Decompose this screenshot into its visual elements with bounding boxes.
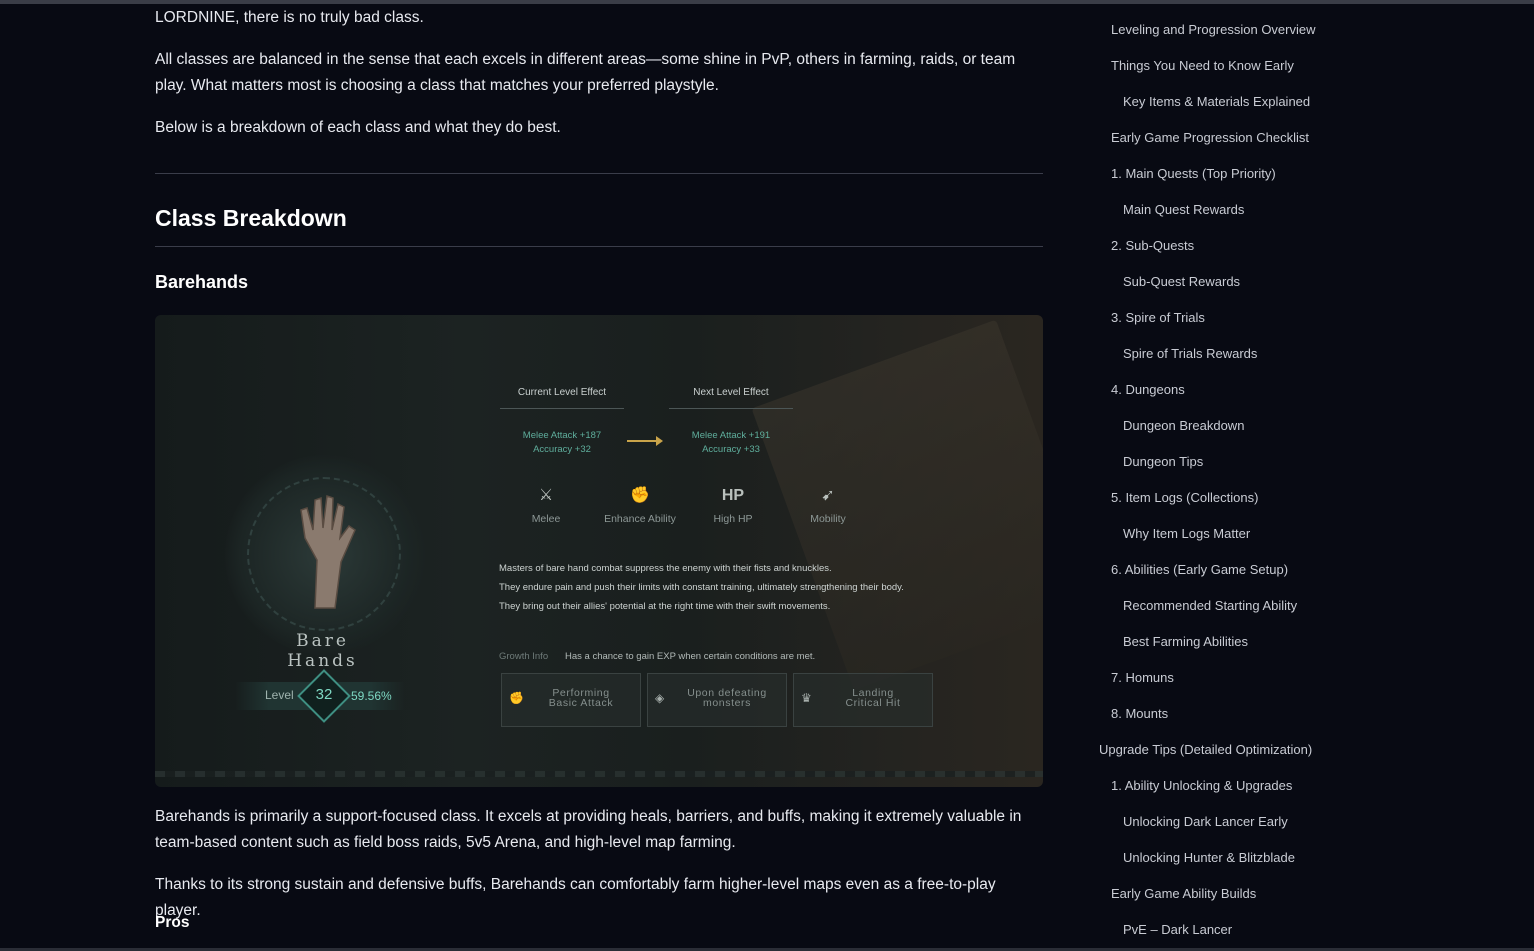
toc-link[interactable]: 2. Sub-Quests: [1111, 238, 1194, 253]
level-value: 32: [315, 686, 333, 703]
toc-link[interactable]: Sub-Quest Rewards: [1123, 274, 1240, 289]
boot-icon: ➹: [821, 487, 835, 504]
toc-link[interactable]: Early Game Ability Builds: [1111, 886, 1256, 901]
toc-link[interactable]: 8. Mounts: [1111, 706, 1168, 721]
toc-link[interactable]: Main Quest Rewards: [1123, 202, 1244, 217]
toc-link[interactable]: Spire of Trials Rewards: [1123, 346, 1257, 361]
growth-condition-critical-hit: ♛ Landing Critical Hit: [793, 673, 933, 727]
toc-link[interactable]: 4. Dungeons: [1111, 382, 1185, 397]
current-level-underline: [500, 408, 624, 409]
pros-heading: Pros: [155, 914, 190, 931]
growth-info-text: Has a chance to gain EXP when certain co…: [565, 651, 816, 662]
toc-link[interactable]: 1. Ability Unlocking & Upgrades: [1111, 778, 1292, 793]
trophy-icon: ♛: [801, 691, 812, 705]
toc-link[interactable]: Things You Need to Know Early: [1111, 58, 1294, 73]
stat-mobility: ➹ Mobility: [783, 485, 873, 525]
target-icon: ◈: [655, 691, 665, 705]
hand-icon: [300, 494, 356, 609]
paragraph-breakdown: Below is a breakdown of each class and w…: [155, 119, 561, 136]
paragraph-sustain: Thanks to its strong sustain and defensi…: [155, 876, 996, 919]
next-effect-line: Accuracy +33: [702, 444, 760, 455]
toc-link[interactable]: 7. Homuns: [1111, 670, 1174, 685]
growth-condition-text: Performing Basic Attack: [526, 688, 636, 709]
heading-barehands: Barehands: [155, 272, 249, 292]
ornament-border: [155, 771, 1043, 777]
flexed-arm-icon: ✊: [630, 487, 650, 504]
stat-label: High HP: [713, 513, 753, 525]
stat-label: Melee: [531, 513, 561, 525]
level-percent: 59.56%: [351, 689, 392, 703]
level-label: Level: [265, 688, 294, 702]
stat-melee: ⚔ Melee: [501, 485, 591, 525]
growth-condition-text: Upon defeating monsters: [672, 688, 782, 709]
toc-link[interactable]: 5. Item Logs (Collections): [1111, 490, 1258, 505]
toc-link[interactable]: Unlocking Hunter & Blitzblade: [1123, 850, 1295, 865]
toc-link[interactable]: Best Farming Abilities: [1123, 634, 1248, 649]
stat-enhance-ability: ✊ Enhance Ability: [595, 485, 685, 525]
toc-link[interactable]: Unlocking Dark Lancer Early: [1123, 814, 1288, 829]
toc-link[interactable]: Early Game Progression Checklist: [1111, 130, 1309, 145]
paragraph-intro-tail: LORDNINE, there is no truly bad class.: [155, 9, 424, 26]
next-level-effect: Melee Attack +191 Accuracy +33: [669, 429, 793, 457]
current-level-title: Current Level Effect: [517, 387, 607, 398]
growth-condition-text: Landing Critical Hit: [818, 688, 928, 709]
description-line: Masters of bare hand combat suppress the…: [499, 563, 832, 574]
stat-label: Mobility: [810, 513, 846, 525]
next-level-title: Next Level Effect: [693, 387, 769, 398]
barehands-class-image: Bare Hands Level 32 59.56% Current Level…: [155, 315, 1043, 787]
fist-icon: ✊: [509, 691, 524, 705]
growth-condition-line: monsters: [703, 697, 751, 709]
paragraph-balanced: All classes are balanced in the sense th…: [155, 51, 1016, 94]
window-top-border: [0, 0, 1534, 4]
toc-link[interactable]: 3. Spire of Trials: [1111, 310, 1205, 325]
growth-condition-defeat-monsters: ◈ Upon defeating monsters: [647, 673, 787, 727]
toc-link[interactable]: Dungeon Tips: [1123, 454, 1203, 469]
toc-link[interactable]: Why Item Logs Matter: [1123, 526, 1250, 541]
next-level-underline: [669, 408, 793, 409]
toc-link[interactable]: Leveling and Progression Overview: [1111, 22, 1316, 37]
class-description: Masters of bare hand combat suppress the…: [499, 559, 904, 616]
growth-condition-basic-attack: ✊ Performing Basic Attack: [501, 673, 641, 727]
next-effect-line: Melee Attack +191: [691, 430, 771, 441]
stat-high-hp: HP High HP: [688, 485, 778, 525]
heading-class-breakdown: Class Breakdown: [155, 205, 347, 231]
heading-underline: [155, 246, 1043, 247]
toc-link[interactable]: Recommended Starting Ability: [1123, 598, 1297, 613]
toc-link[interactable]: Upgrade Tips (Detailed Optimization): [1099, 742, 1312, 757]
stat-label: Enhance Ability: [604, 513, 676, 525]
toc-link[interactable]: Dungeon Breakdown: [1123, 418, 1244, 433]
description-line: They endure pain and push their limits w…: [499, 582, 904, 593]
sword-icon: ⚔: [538, 487, 554, 504]
paragraph-support: Barehands is primarily a support-focused…: [155, 808, 1022, 851]
toc-link[interactable]: 6. Abilities (Early Game Setup): [1111, 562, 1288, 577]
current-effect-line: Accuracy +32: [533, 444, 591, 455]
toc-link[interactable]: PvE – Dark Lancer: [1123, 922, 1232, 937]
class-name: Bare Hands: [287, 631, 358, 671]
growth-condition-line: Critical Hit: [845, 697, 901, 709]
current-effect-line: Melee Attack +187: [522, 430, 602, 441]
arrow-right-icon: [627, 436, 663, 446]
toc-link[interactable]: 1. Main Quests (Top Priority): [1111, 166, 1276, 181]
toc-link[interactable]: Key Items & Materials Explained: [1123, 94, 1310, 109]
growth-condition-line: Basic Attack: [548, 697, 614, 709]
section-divider: [155, 173, 1043, 174]
description-line: They bring out their allies' potential a…: [499, 601, 831, 612]
hp-icon: HP: [721, 487, 745, 504]
current-level-effect: Melee Attack +187 Accuracy +32: [500, 429, 624, 457]
growth-info-label: Growth Info: [499, 651, 549, 662]
